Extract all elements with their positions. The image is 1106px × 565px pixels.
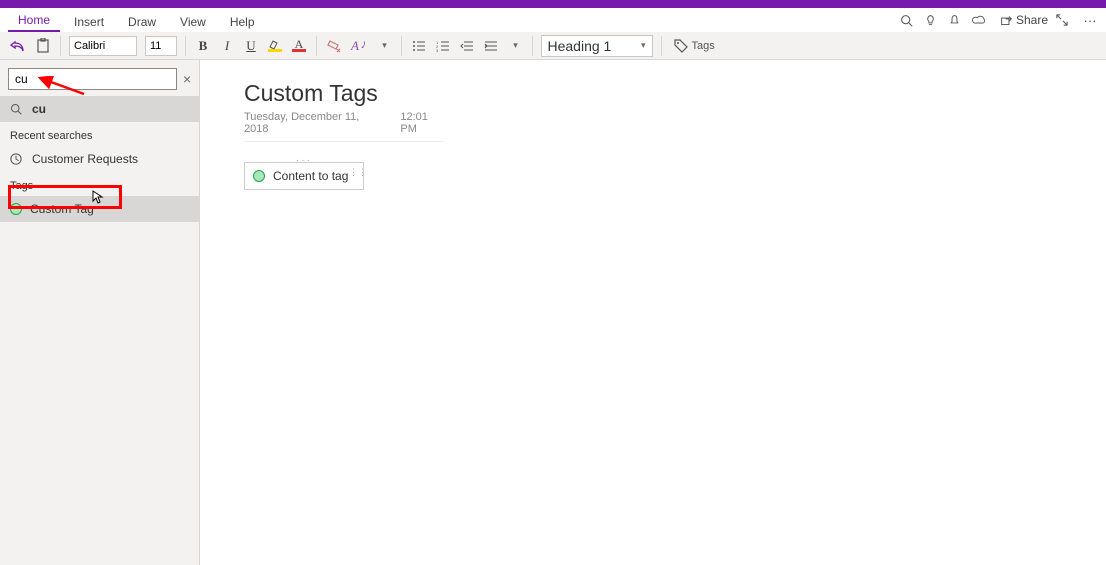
style-label: Heading 1 bbox=[548, 38, 612, 54]
fullscreen-icon[interactable] bbox=[1056, 14, 1076, 26]
more-font-button[interactable]: ▾ bbox=[375, 36, 393, 56]
bulb-icon[interactable] bbox=[924, 14, 944, 27]
tab-view[interactable]: View bbox=[170, 11, 216, 32]
tag-item-label: Custom Tag bbox=[30, 202, 94, 216]
search-icon bbox=[10, 103, 24, 115]
clear-formatting-button[interactable] bbox=[325, 36, 343, 56]
bold-button[interactable]: B bbox=[194, 36, 212, 56]
font-size-input[interactable] bbox=[145, 36, 177, 56]
note-text[interactable]: Content to tag bbox=[273, 169, 348, 183]
note-container[interactable]: Content to tag ⋮⋮ bbox=[244, 162, 364, 190]
format-painter-button[interactable]: A⤸ bbox=[349, 36, 369, 56]
tags-button[interactable]: Tags bbox=[670, 39, 719, 53]
cloud-icon[interactable] bbox=[972, 14, 992, 26]
svg-text:3: 3 bbox=[436, 48, 439, 52]
recent-item-label: Customer Requests bbox=[32, 152, 138, 166]
chevron-down-icon: ▾ bbox=[641, 40, 646, 51]
tab-insert[interactable]: Insert bbox=[64, 11, 114, 32]
font-color-button[interactable]: A bbox=[290, 36, 308, 56]
recent-searches-header: Recent searches bbox=[0, 122, 199, 146]
tag-circle-icon bbox=[253, 170, 265, 182]
bullets-button[interactable] bbox=[410, 36, 428, 56]
more-para-button[interactable]: ▾ bbox=[506, 36, 524, 56]
clock-icon bbox=[10, 153, 24, 165]
tab-help[interactable]: Help bbox=[220, 11, 265, 32]
undo-button[interactable] bbox=[8, 36, 28, 56]
page-time: 12:01 PM bbox=[400, 111, 444, 135]
resize-grip-icon[interactable]: ⋮⋮ bbox=[349, 167, 367, 178]
numbering-button[interactable]: 123 bbox=[434, 36, 452, 56]
page-canvas[interactable]: Custom Tags Tuesday, December 11, 2018 1… bbox=[204, 60, 1106, 565]
page-title[interactable]: Custom Tags bbox=[244, 80, 1066, 107]
search-panel: × cu Recent searches Customer Requests T… bbox=[0, 60, 200, 565]
share-button[interactable]: Share bbox=[996, 13, 1052, 27]
tab-draw[interactable]: Draw bbox=[118, 11, 166, 32]
page-meta: Tuesday, December 11, 2018 12:01 PM bbox=[244, 111, 444, 142]
paste-button[interactable] bbox=[34, 36, 52, 56]
outdent-button[interactable] bbox=[458, 36, 476, 56]
bell-icon[interactable] bbox=[948, 14, 968, 27]
indent-button[interactable] bbox=[482, 36, 500, 56]
ribbon: B I U A A⤸ ▾ 123 ▾ Heading 1 ▾ Tags bbox=[0, 32, 1106, 60]
cursor-icon bbox=[92, 190, 104, 204]
font-name-input[interactable] bbox=[69, 36, 137, 56]
title-actions: Share ··· bbox=[900, 8, 1106, 32]
page-date: Tuesday, December 11, 2018 bbox=[244, 111, 376, 135]
result-text: cu bbox=[32, 102, 46, 116]
tags-button-label: Tags bbox=[692, 40, 715, 52]
italic-button[interactable]: I bbox=[218, 36, 236, 56]
tag-circle-icon bbox=[10, 203, 22, 215]
close-search-button[interactable]: × bbox=[183, 71, 191, 87]
main: × cu Recent searches Customer Requests T… bbox=[0, 60, 1106, 565]
search-result-primary[interactable]: cu bbox=[0, 96, 199, 122]
style-select[interactable]: Heading 1 ▾ bbox=[541, 35, 653, 57]
share-label: Share bbox=[1016, 13, 1048, 27]
search-global-icon[interactable] bbox=[900, 14, 920, 27]
title-bar bbox=[0, 0, 1106, 8]
search-input[interactable] bbox=[8, 68, 177, 90]
tab-home[interactable]: Home bbox=[8, 9, 60, 32]
underline-button[interactable]: U bbox=[242, 36, 260, 56]
highlight-button[interactable] bbox=[266, 36, 284, 56]
recent-search-item[interactable]: Customer Requests bbox=[0, 146, 199, 172]
more-icon[interactable]: ··· bbox=[1080, 13, 1100, 28]
